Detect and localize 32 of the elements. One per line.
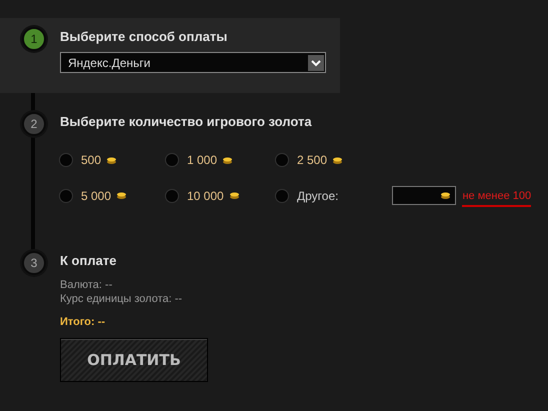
coins-icon: [333, 156, 342, 164]
caret-icon: [308, 54, 324, 70]
step-number: 1: [22, 27, 46, 51]
step-number: 2: [22, 112, 46, 136]
amount-label: 500: [81, 153, 102, 167]
coins-icon: [107, 156, 116, 164]
pay-button[interactable]: ОПЛАТИТЬ: [60, 338, 208, 382]
step-number: 3: [22, 251, 46, 275]
minimum-hint: не менее 100: [462, 190, 532, 207]
amount-label: 5 000: [81, 188, 112, 202]
total-text: Итого: --: [60, 316, 106, 328]
coins-icon: [230, 192, 239, 199]
coins-icon: [223, 156, 232, 164]
radio-button[interactable]: [60, 190, 72, 202]
amount-label: 1 000: [187, 153, 218, 167]
coins-icon: [441, 192, 450, 199]
amount-label: 10 000: [187, 188, 224, 202]
radio-button[interactable]: [60, 154, 72, 166]
step-title: Выберите количество игрового золота: [60, 114, 313, 129]
amount-label: 2 500: [297, 153, 328, 167]
radio-button[interactable]: [166, 190, 178, 202]
step-title: К оплате: [60, 253, 118, 268]
amount-input-field[interactable]: [392, 186, 456, 205]
step-title: Выберите способ оплаты: [60, 29, 228, 44]
summary-line: Валюта: --: [60, 278, 114, 292]
other-amount-label: Другое:: [297, 188, 338, 202]
payment-method-dropdown[interactable]: Яндекс.Деньги: [60, 52, 326, 73]
radio-button[interactable]: [166, 154, 178, 166]
summary-line: Курс единицы золота: --: [60, 292, 184, 306]
radio-button[interactable]: [276, 154, 288, 166]
coins-icon: [117, 192, 126, 199]
radio-button[interactable]: [276, 190, 288, 202]
